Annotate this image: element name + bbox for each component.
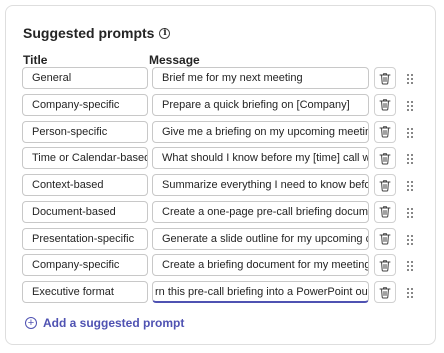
prompt-row: Context-based Summarize everything I need… xyxy=(6,174,437,198)
prompt-title-field[interactable]: Context-based xyxy=(22,174,148,196)
drag-handle-icon[interactable] xyxy=(406,152,414,165)
prompt-title-field[interactable]: Company-specific xyxy=(22,93,148,116)
suggested-prompts-panel: Suggested prompts i Title Message Genera… xyxy=(5,5,436,345)
prompt-message-value: What should I know before my [time] call… xyxy=(162,152,368,165)
prompt-message-value: rn this pre-call briefing into a PowerPo… xyxy=(155,285,369,298)
prompt-title-field[interactable]: Executive format xyxy=(22,281,148,303)
info-icon[interactable]: i xyxy=(159,27,171,39)
prompt-title-field[interactable]: General xyxy=(22,67,148,89)
prompt-row: Presentation-specific Generate a slide ou… xyxy=(6,227,437,252)
prompt-row: Document-based Create a one-page pre-call… xyxy=(6,200,437,225)
drag-handle-icon[interactable] xyxy=(406,179,414,191)
prompt-message-value: Summarize everything I need to know befo… xyxy=(162,179,368,191)
prompt-title-value: Person-specific xyxy=(32,125,108,138)
trash-icon[interactable] xyxy=(374,254,396,277)
prompt-message-value: Brief me for my next meeting xyxy=(162,72,303,84)
prompt-title-value: Time or Calendar-based xyxy=(32,152,148,165)
trash-icon[interactable] xyxy=(374,120,396,143)
prompt-message-value: Prepare a quick briefing on [Company] xyxy=(162,98,350,111)
prompt-message-field[interactable]: Create a one-page pre-call briefing docu… xyxy=(152,200,369,223)
prompt-title-value: Document-based xyxy=(32,205,116,218)
prompt-title-value: General xyxy=(32,72,72,84)
prompt-title-value: Executive format xyxy=(32,286,114,298)
prompt-message-field[interactable]: Brief me for my next meeting xyxy=(152,67,369,89)
drag-handle-icon[interactable] xyxy=(406,233,414,245)
add-circle-icon: + xyxy=(25,317,37,329)
drag-handle-icon[interactable] xyxy=(406,259,414,272)
prompt-title-value: Presentation-specific xyxy=(32,232,135,245)
prompt-title-value: Context-based xyxy=(32,179,104,191)
drag-handle-icon[interactable] xyxy=(406,206,414,218)
column-header-title: Title xyxy=(23,53,48,67)
prompt-message-value: Create a briefing document for my meetin… xyxy=(162,259,369,272)
add-suggested-prompt-label: Add a suggested prompt xyxy=(43,316,185,330)
prompt-row: Company-specific Create a briefing docume… xyxy=(6,254,437,278)
drag-handle-icon[interactable] xyxy=(406,99,414,111)
prompt-message-field[interactable]: What should I know before my [time] call… xyxy=(152,147,369,170)
prompt-message-field[interactable]: Prepare a quick briefing on [Company] xyxy=(152,93,369,116)
prompt-message-value: Generate a slide outline for my upcoming… xyxy=(162,232,368,245)
trash-icon[interactable] xyxy=(374,227,396,250)
prompt-title-value: Company-specific xyxy=(32,259,120,272)
prompt-row: Person-specific Give me a briefing on my … xyxy=(6,120,437,145)
prompt-message-field[interactable]: Create a briefing document for my meetin… xyxy=(152,254,369,277)
prompt-message-field[interactable]: Give me a briefing on my upcoming meetin… xyxy=(152,120,369,143)
drag-handle-icon[interactable] xyxy=(406,286,414,298)
prompt-message-field[interactable]: Summarize everything I need to know befo… xyxy=(152,174,369,196)
prompt-title-field[interactable]: Presentation-specific xyxy=(22,227,148,250)
prompt-row: Executive format rn this pre-call briefin… xyxy=(6,281,437,305)
prompt-row: Time or Calendar-based What should I know… xyxy=(6,147,437,171)
drag-handle-icon[interactable] xyxy=(406,72,414,84)
trash-icon[interactable] xyxy=(374,281,396,303)
add-suggested-prompt-button[interactable]: + Add a suggested prompt xyxy=(25,316,184,330)
prompt-title-field[interactable]: Document-based xyxy=(22,200,148,223)
prompt-message-field[interactable]: rn this pre-call briefing into a PowerPo… xyxy=(152,281,369,303)
column-header-message: Message xyxy=(149,53,200,67)
trash-icon[interactable] xyxy=(374,174,396,196)
prompt-title-field[interactable]: Company-specific xyxy=(22,254,148,277)
trash-icon[interactable] xyxy=(374,147,396,170)
section-heading: Suggested prompts i xyxy=(23,25,171,41)
trash-icon[interactable] xyxy=(374,93,396,116)
prompt-message-field[interactable]: Generate a slide outline for my upcoming… xyxy=(152,227,369,250)
prompt-title-field[interactable]: Time or Calendar-based xyxy=(22,147,148,170)
prompt-title-field[interactable]: Person-specific xyxy=(22,120,148,143)
prompt-row: Company-specific Prepare a quick briefing… xyxy=(6,93,437,118)
trash-icon[interactable] xyxy=(374,67,396,89)
section-title: Suggested prompts xyxy=(23,25,155,41)
prompt-message-value: Create a one-page pre-call briefing docu… xyxy=(162,205,369,218)
prompt-title-value: Company-specific xyxy=(32,98,120,111)
trash-icon[interactable] xyxy=(374,200,396,223)
prompt-row: General Brief me for my next meeting xyxy=(6,67,437,91)
drag-handle-icon[interactable] xyxy=(406,126,414,138)
prompt-message-value: Give me a briefing on my upcoming meetin… xyxy=(162,125,368,138)
